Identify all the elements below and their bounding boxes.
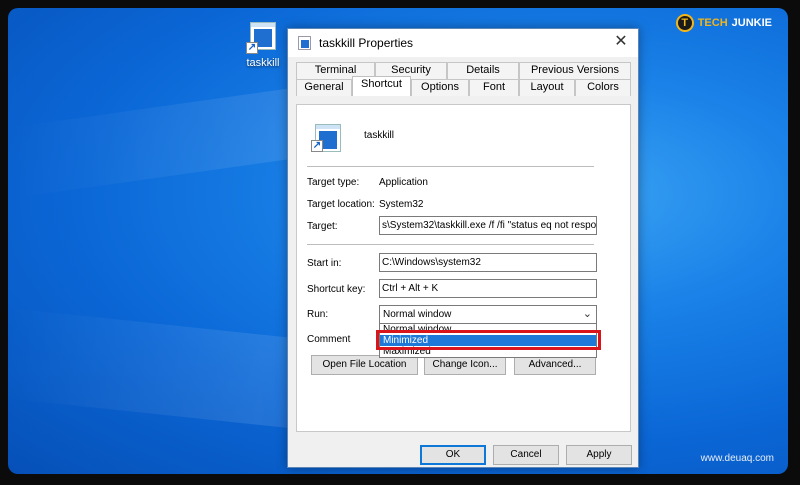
tab-options[interactable]: Options [411, 79, 469, 96]
run-option-normal-window[interactable]: Normal window [380, 324, 596, 335]
properties-dialog: taskkill Properties ✕ Terminal Security … [287, 28, 639, 468]
open-file-location-button[interactable]: Open File Location [311, 355, 418, 375]
chevron-down-icon: ⌄ [582, 308, 592, 320]
advanced-button[interactable]: Advanced... [514, 355, 596, 375]
ok-button[interactable]: OK [420, 445, 486, 465]
shortcut-key-input[interactable]: Ctrl + Alt + K [379, 279, 597, 298]
tab-shortcut[interactable]: Shortcut [352, 76, 411, 96]
tab-font[interactable]: Font [469, 79, 519, 96]
run-option-minimized[interactable]: Minimized [380, 335, 596, 346]
shortcut-tab-panel: ↗ taskkill Target type: Application Targ… [296, 104, 631, 432]
cancel-button[interactable]: Cancel [493, 445, 559, 465]
logo-text-part2: JUNKIE [731, 17, 772, 29]
window-icon [298, 36, 311, 50]
shortcut-app-icon: ↗ [311, 124, 341, 152]
tab-previous-versions[interactable]: Previous Versions [519, 62, 631, 79]
divider [307, 244, 594, 245]
desktop-shortcut-taskkill[interactable]: ↗ taskkill [233, 22, 293, 69]
run-option-maximized[interactable]: Maximized [380, 346, 596, 357]
title-bar: taskkill Properties ✕ [288, 29, 638, 57]
tab-general[interactable]: General [296, 79, 352, 96]
target-type-value: Application [379, 177, 428, 188]
apply-button[interactable]: Apply [566, 445, 632, 465]
dialog-title: taskkill Properties [319, 36, 414, 50]
tab-layout[interactable]: Layout [519, 79, 575, 96]
close-button[interactable]: ✕ [604, 29, 638, 57]
run-selected-value: Normal window [383, 309, 452, 320]
comment-label: Comment [307, 334, 351, 345]
techjunkie-logo: T TECH JUNKIE [675, 14, 772, 32]
run-select[interactable]: Normal window ⌄ [379, 305, 597, 324]
start-in-input[interactable]: C:\Windows\system32 [379, 253, 597, 272]
shortcut-name: taskkill [364, 130, 395, 141]
desktop-icon-label: taskkill [246, 57, 280, 69]
target-type-label: Target type: [307, 177, 360, 188]
shortcut-arrow-icon: ↗ [246, 42, 258, 54]
shortcut-key-label: Shortcut key: [307, 284, 366, 295]
divider [307, 166, 594, 167]
logo-badge: T [675, 14, 694, 32]
change-icon-button[interactable]: Change Icon... [424, 355, 506, 375]
shortcut-arrow-icon: ↗ [311, 140, 323, 152]
logo-text-part1: TECH [697, 17, 728, 29]
start-in-label: Start in: [307, 258, 342, 269]
target-label: Target: [307, 221, 338, 232]
run-label: Run: [307, 309, 329, 320]
shortcut-icon: ↗ [246, 22, 280, 54]
target-location-value: System32 [379, 199, 424, 210]
target-input[interactable]: s\System32\taskkill.exe /f /fi "status e… [379, 216, 597, 235]
watermark: www.deuaq.com [700, 453, 774, 464]
target-location-label: Target location: [307, 199, 375, 210]
tab-colors[interactable]: Colors [575, 79, 631, 96]
tab-details[interactable]: Details [447, 62, 519, 79]
run-dropdown-list: Normal window Minimized Maximized [379, 323, 597, 358]
